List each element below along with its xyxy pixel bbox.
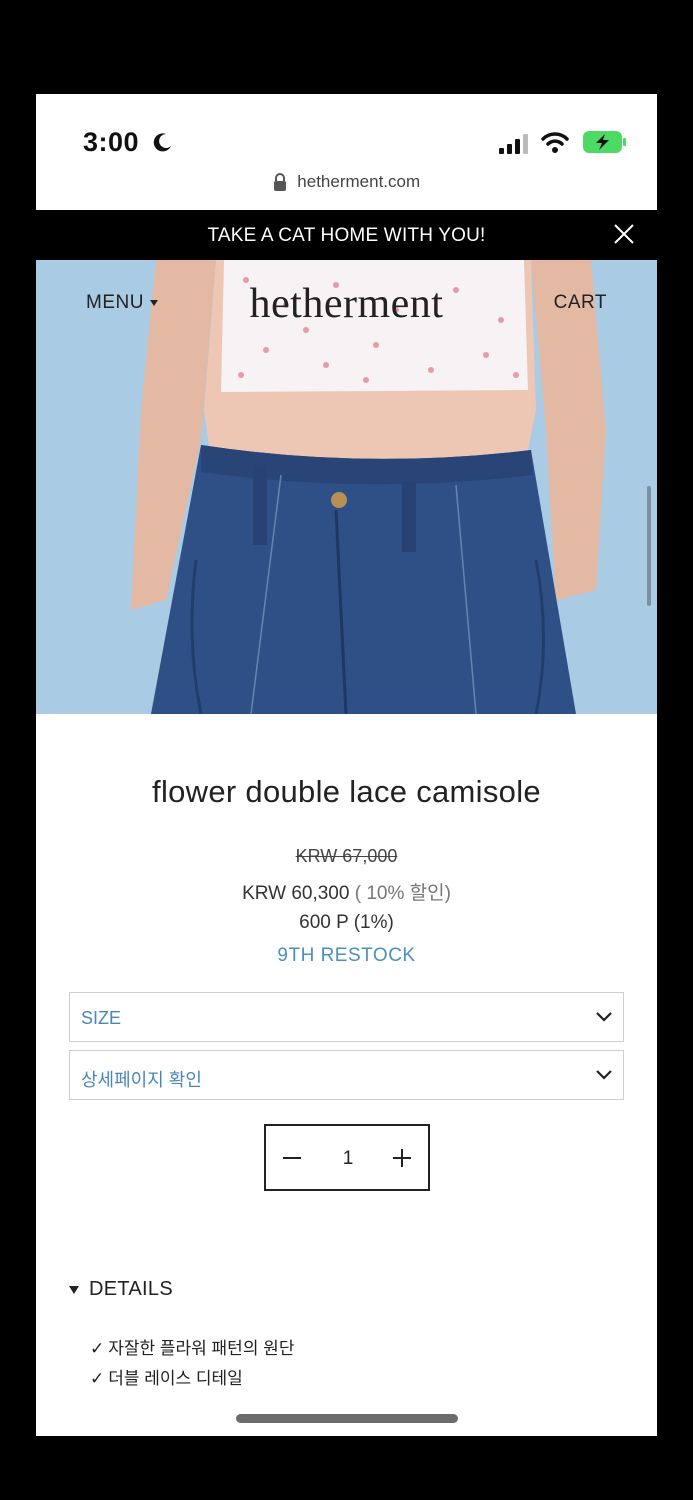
sale-price-line: KRW 60,300 ( 10% 할인) (36, 878, 657, 905)
check-icon: ✓ (90, 1369, 105, 1388)
reward-points: 600 P (1%) (299, 912, 394, 933)
discount-label: ( 10% 할인) (354, 883, 451, 904)
chevron-down-icon (596, 1070, 612, 1080)
plus-icon[interactable] (390, 1146, 414, 1170)
minus-icon[interactable] (280, 1146, 304, 1170)
product-hero-image: MENU hetherment CART (36, 260, 657, 714)
details-list: ✓ 자잘한 플라워 패턴의 원단 ✓ 더블 레이스 디테일 (90, 1334, 294, 1394)
cart-button[interactable]: CART (554, 292, 607, 314)
size-select[interactable]: SIZE (69, 992, 624, 1042)
size-select-label: SIZE (81, 1008, 122, 1028)
original-price: KRW 67,000 (295, 846, 398, 866)
detail-select[interactable]: 상세페이지 확인 (69, 1050, 624, 1100)
product-title: flower double lace camisole (152, 774, 541, 809)
address-bar[interactable]: hetherment.com (36, 172, 657, 202)
announcement-bar: TAKE A CAT HOME WITH YOU! (36, 210, 657, 260)
status-time: 3:00 (83, 127, 140, 157)
list-item: ✓ 더블 레이스 디테일 (90, 1364, 294, 1394)
model-photo (36, 260, 657, 714)
phone-screen: 3:00 hetherment.com TAKE A CAT HOME WITH… (36, 94, 657, 1436)
wifi-icon (541, 132, 569, 153)
detail-text: 더블 레이스 디테일 (108, 1369, 243, 1388)
close-icon[interactable] (613, 223, 635, 245)
lock-icon (273, 173, 286, 191)
details-toggle[interactable]: DETAILS (69, 1278, 173, 1301)
restock-badge: 9TH RESTOCK (277, 945, 416, 966)
url-text: hetherment.com (297, 172, 421, 191)
battery-charging-icon (583, 131, 626, 153)
detail-select-label: 상세페이지 확인 (81, 1070, 202, 1090)
status-bar: 3:00 (36, 94, 657, 164)
moon-icon (153, 133, 171, 152)
detail-text: 자잘한 플라워 패턴의 원단 (108, 1339, 295, 1358)
list-item: ✓ 자잘한 플라워 패턴의 원단 (90, 1334, 294, 1364)
caret-down-icon (69, 1285, 79, 1294)
scrollbar[interactable] (647, 486, 651, 606)
announcement-text: TAKE A CAT HOME WITH YOU! (207, 225, 486, 246)
signal-icon (499, 134, 528, 154)
home-indicator[interactable] (236, 1414, 458, 1423)
chevron-down-icon (596, 1012, 612, 1022)
sale-price: KRW 60,300 (242, 883, 350, 904)
quantity-value[interactable]: 1 (326, 1148, 370, 1170)
quantity-stepper: 1 (264, 1124, 430, 1191)
check-icon: ✓ (90, 1339, 105, 1358)
details-label: DETAILS (89, 1278, 173, 1300)
